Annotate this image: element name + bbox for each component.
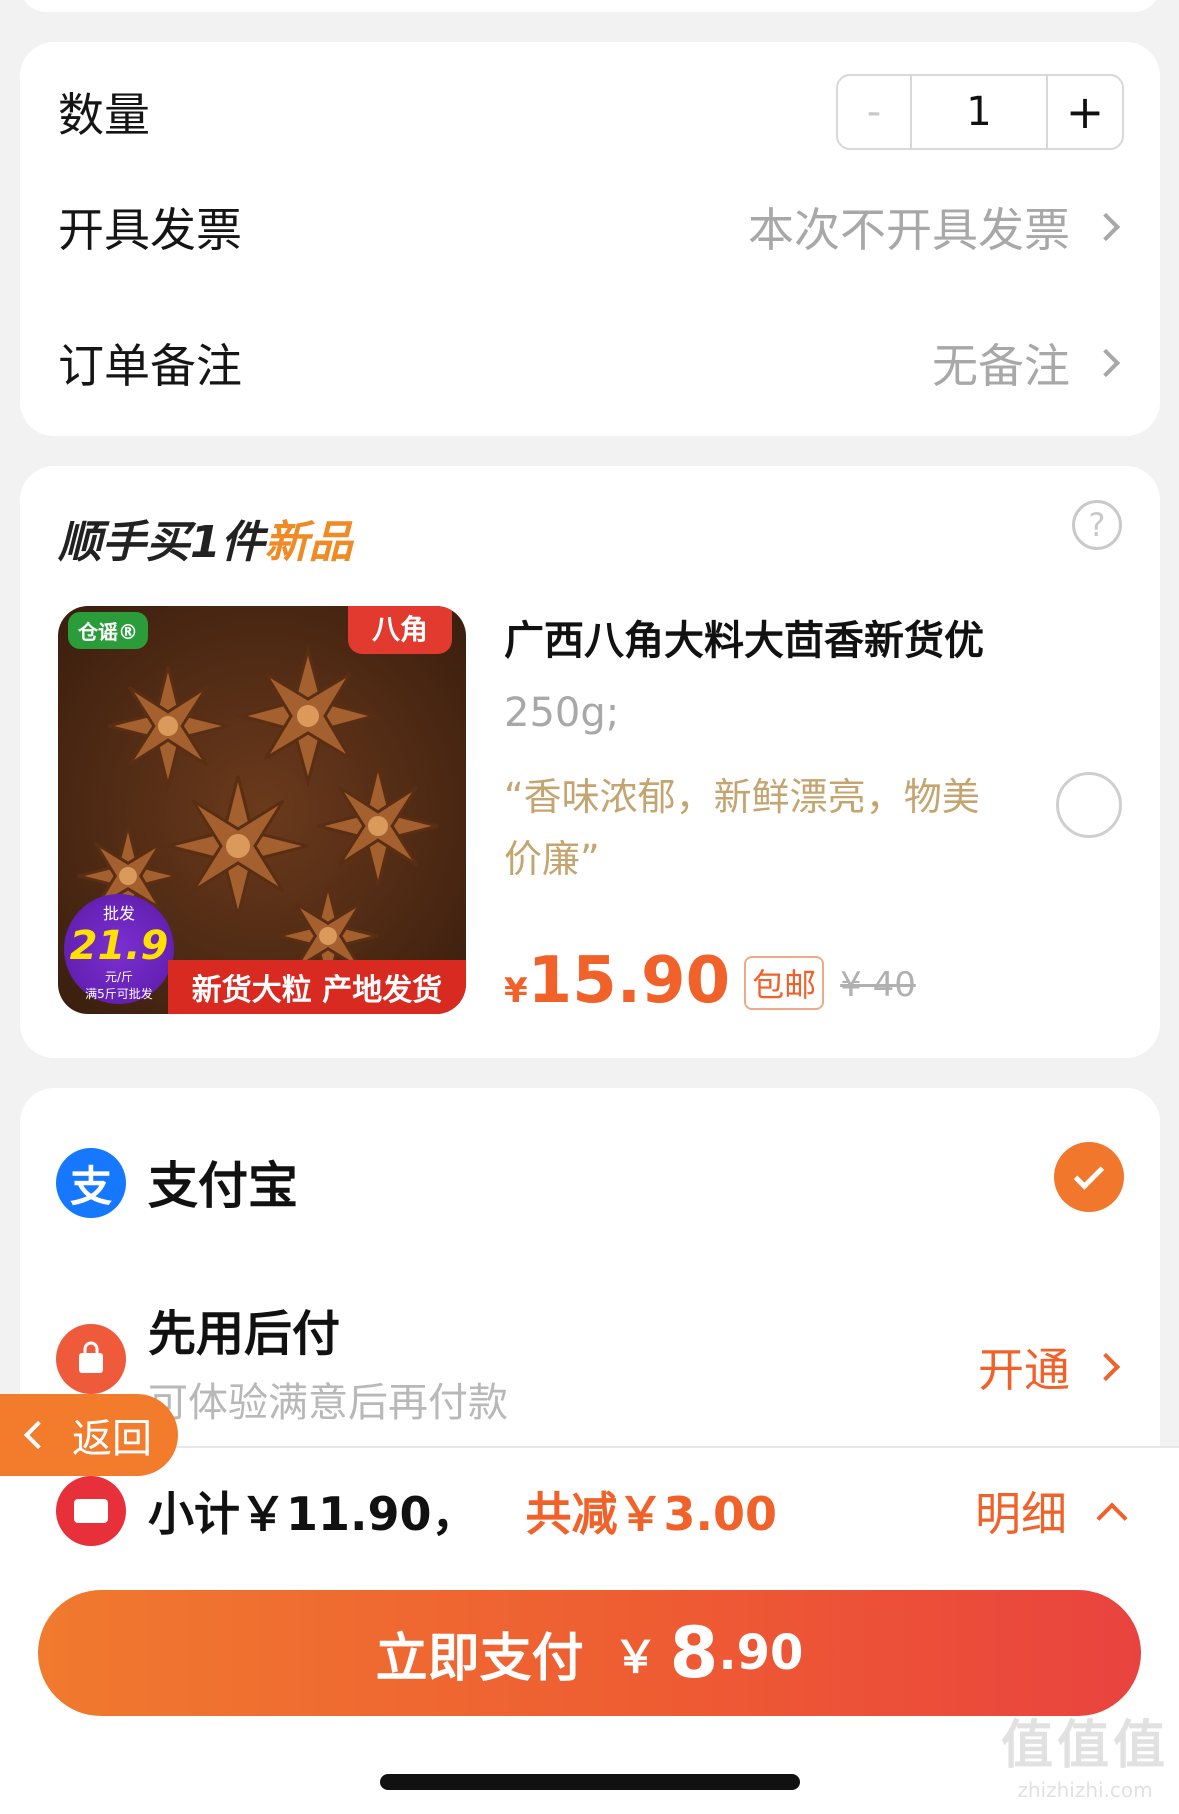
- chevron-right-icon: [1091, 1352, 1121, 1382]
- bnpl-subtitle: 可体验满意后再付款: [148, 1380, 508, 1426]
- check-icon[interactable]: [1054, 1142, 1124, 1212]
- bnpl-activate-button[interactable]: 开通: [978, 1334, 1124, 1400]
- product-quote: “香味浓郁，新鲜漂亮，物美价廉”: [504, 775, 980, 881]
- chevron-right-icon: [1091, 212, 1121, 242]
- promo-price: 21.9: [69, 923, 169, 969]
- invoice-value[interactable]: 本次不开具发票: [748, 194, 1124, 260]
- detail-toggle[interactable]: 明细: [975, 1476, 1128, 1546]
- price-row: ¥ 15.90 包邮 ¥ 40: [504, 944, 916, 1018]
- quantity-increase-button[interactable]: +: [1048, 76, 1122, 148]
- coupon-icon: [56, 1476, 126, 1546]
- alipay-icon: 支: [56, 1148, 126, 1218]
- pay-now-label: 立即支付: [375, 1628, 584, 1689]
- chevron-up-icon: [1096, 1502, 1128, 1534]
- pay-amount-int: 8: [669, 1612, 719, 1694]
- bnpl-action-label: 开通: [978, 1343, 1070, 1397]
- quantity-decrease-button[interactable]: -: [838, 76, 912, 148]
- image-banner: 新货大粒 产地发货: [168, 960, 466, 1014]
- addon-title: 顺手买1件新品: [58, 506, 353, 570]
- remark-label: 订单备注: [58, 339, 242, 393]
- bnpl-title[interactable]: 先用后付: [148, 1294, 340, 1364]
- watermark-url: zhizhizhi.com: [1017, 1778, 1153, 1802]
- product-spec: 250g;: [504, 690, 620, 736]
- invoice-row[interactable]: 开具发票 本次不开具发票: [58, 182, 1124, 272]
- invoice-value-text: 本次不开具发票: [748, 203, 1070, 257]
- price-amount: 15.90: [527, 944, 731, 1018]
- price-currency: ¥: [504, 971, 528, 1011]
- product-image[interactable]: 仓谣® 八角 批发 21.9 元/斤 满5斤可批发 新货大粒 产地发货: [58, 606, 466, 1014]
- invoice-label: 开具发票: [58, 203, 242, 257]
- watermark: 值值值 zhizhizhi.com: [1001, 1703, 1169, 1802]
- chevron-left-icon: [23, 1420, 53, 1450]
- promo-top: 批发: [102, 904, 135, 923]
- alipay-label[interactable]: 支付宝: [148, 1146, 298, 1218]
- addon-title-highlight: 新品: [264, 517, 353, 568]
- subtotal: 小计￥11.90， 共减￥3.00: [148, 1476, 777, 1546]
- remark-row[interactable]: 订单备注 无备注: [58, 318, 1124, 408]
- product-name[interactable]: 广西八角大料大茴香新货优: [504, 608, 984, 666]
- addon-product-card: 顺手买1件新品 ? 仓谣® 八角 批发 21.9 元/斤 满5斤可批发 新货大粒…: [20, 466, 1160, 1058]
- bnpl-icon: [56, 1324, 126, 1394]
- pay-currency: ￥: [613, 1632, 658, 1683]
- quantity-label: 数量: [58, 88, 150, 142]
- free-shipping-badge: 包邮: [744, 956, 825, 1010]
- promo-unit: 元/斤: [104, 970, 134, 984]
- brand-badge: 仓谣®: [68, 612, 148, 649]
- promo-note: 满5斤可批发: [85, 987, 153, 1001]
- remark-value[interactable]: 无备注: [932, 330, 1124, 396]
- product-tag: 八角: [347, 606, 452, 654]
- addon-title-prefix: 顺手买1件: [58, 517, 265, 568]
- home-indicator[interactable]: [380, 1774, 800, 1790]
- promo-badge: 批发 21.9 元/斤 满5斤可批发: [64, 894, 174, 1004]
- detail-label: 明细: [975, 1487, 1067, 1541]
- remark-value-text: 无备注: [932, 339, 1070, 393]
- discount-text: 共减￥3.00: [525, 1487, 778, 1541]
- quantity-stepper[interactable]: - 1 +: [836, 74, 1124, 150]
- quantity-row: 数量 - 1 +: [58, 62, 1124, 162]
- chevron-right-icon: [1091, 348, 1121, 378]
- previous-card: [20, 0, 1160, 12]
- order-options-card: 数量 - 1 + 开具发票 本次不开具发票 订单备注 无备注: [20, 42, 1160, 436]
- help-icon[interactable]: ?: [1072, 500, 1122, 550]
- subtotal-text: 小计￥11.90，: [148, 1487, 478, 1541]
- back-button[interactable]: 返回: [0, 1394, 178, 1476]
- back-label: 返回: [72, 1416, 152, 1462]
- pay-amount-dec: .90: [718, 1625, 804, 1681]
- addon-select-radio[interactable]: [1056, 772, 1122, 838]
- original-price: ¥ 40: [840, 965, 916, 1005]
- quantity-value[interactable]: 1: [912, 76, 1048, 148]
- pay-now-button[interactable]: 立即支付 ￥ 8 .90: [38, 1590, 1141, 1716]
- watermark-logo: 值值值: [1000, 1716, 1169, 1776]
